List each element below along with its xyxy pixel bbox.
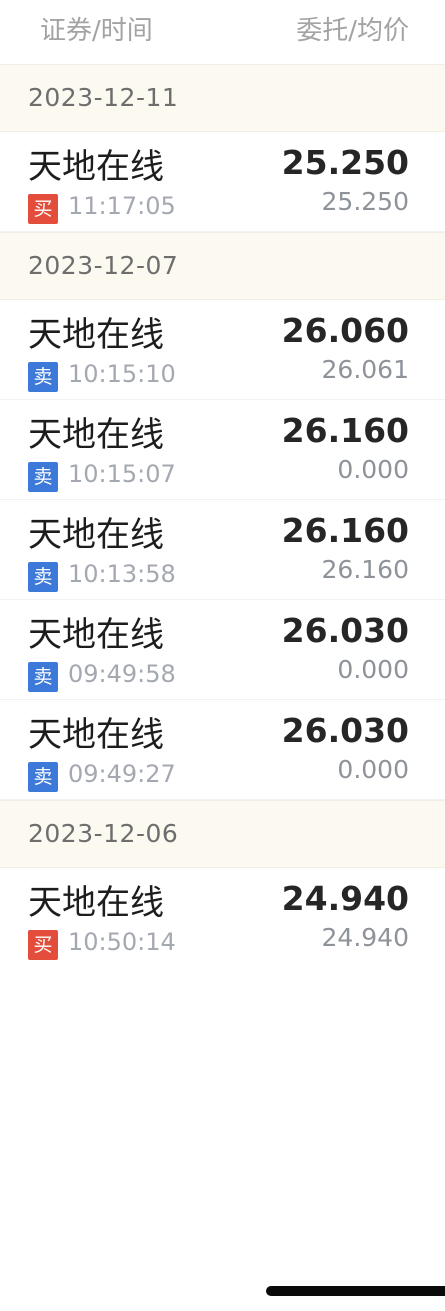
- order-time: 10:15:07: [68, 460, 176, 488]
- security-name: 天地在线: [28, 883, 164, 923]
- header-order-avg-price-label: 委托/均价: [296, 16, 409, 46]
- security-name: 天地在线: [28, 515, 164, 555]
- order-price: 25.250: [281, 143, 409, 182]
- average-price: 0.000: [337, 755, 409, 784]
- order-history-page: 证券/时间 委托/均价 2023-12-11 天地在线 买 11:17:05 2…: [0, 0, 445, 1311]
- order-row[interactable]: 天地在线 卖 09:49:27 26.030 0.000: [0, 700, 445, 800]
- order-time: 10:13:58: [68, 560, 176, 588]
- order-row[interactable]: 天地在线 卖 10:15:10 26.060 26.061: [0, 300, 445, 400]
- header-security-time-label: 证券/时间: [40, 16, 153, 46]
- average-price: 25.250: [321, 187, 409, 216]
- security-name: 天地在线: [28, 415, 164, 455]
- sell-badge: 卖: [28, 362, 58, 392]
- date-group-header: 2023-12-11: [0, 64, 445, 132]
- date-group-header: 2023-12-06: [0, 800, 445, 868]
- order-time: 10:15:10: [68, 360, 176, 388]
- order-price: 26.060: [281, 311, 409, 350]
- home-indicator[interactable]: [266, 1286, 445, 1296]
- order-time: 10:50:14: [68, 928, 176, 956]
- average-price: 24.940: [321, 923, 409, 952]
- order-row[interactable]: 天地在线 卖 10:15:07 26.160 0.000: [0, 400, 445, 500]
- order-time: 11:17:05: [68, 192, 176, 220]
- average-price: 26.160: [321, 555, 409, 584]
- buy-badge: 买: [28, 194, 58, 224]
- group-date: 2023-12-11: [28, 83, 179, 112]
- sell-badge: 卖: [28, 662, 58, 692]
- buy-badge: 买: [28, 930, 58, 960]
- order-row[interactable]: 天地在线 买 11:17:05 25.250 25.250: [0, 132, 445, 232]
- order-price: 24.940: [281, 879, 409, 918]
- sell-badge: 卖: [28, 462, 58, 492]
- order-row[interactable]: 天地在线 卖 09:49:58 26.030 0.000: [0, 600, 445, 700]
- security-name: 天地在线: [28, 147, 164, 187]
- order-price: 26.030: [281, 711, 409, 750]
- order-time: 09:49:27: [68, 760, 176, 788]
- average-price: 0.000: [337, 455, 409, 484]
- average-price: 26.061: [321, 355, 409, 384]
- security-name: 天地在线: [28, 615, 164, 655]
- average-price: 0.000: [337, 655, 409, 684]
- order-price: 26.160: [281, 511, 409, 550]
- security-name: 天地在线: [28, 315, 164, 355]
- sell-badge: 卖: [28, 562, 58, 592]
- order-price: 26.030: [281, 611, 409, 650]
- order-price: 26.160: [281, 411, 409, 450]
- sell-badge: 卖: [28, 762, 58, 792]
- group-date: 2023-12-07: [28, 251, 179, 280]
- security-name: 天地在线: [28, 715, 164, 755]
- list-header: 证券/时间 委托/均价: [0, 0, 445, 64]
- order-time: 09:49:58: [68, 660, 176, 688]
- group-date: 2023-12-06: [28, 819, 179, 848]
- date-group-header: 2023-12-07: [0, 232, 445, 300]
- order-row[interactable]: 天地在线 卖 10:13:58 26.160 26.160: [0, 500, 445, 600]
- order-row[interactable]: 天地在线 买 10:50:14 24.940 24.940: [0, 868, 445, 968]
